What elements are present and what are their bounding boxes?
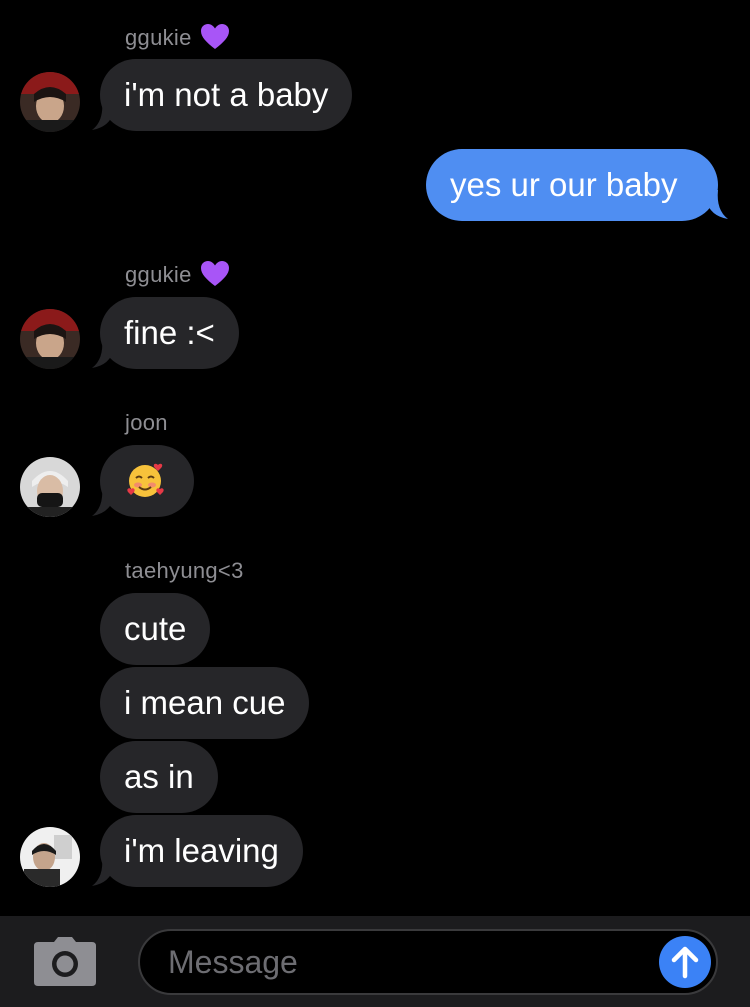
avatar-taehyung[interactable] [20,827,80,887]
sender-name-label: joon [125,410,168,435]
send-button[interactable] [659,936,711,988]
message-bubble-incoming[interactable] [100,445,194,517]
message-text: i'm not a baby [124,76,329,113]
sender-name-ggukie: ggukie [125,24,230,51]
smiling-face-with-hearts-icon [127,464,164,498]
sender-name-label: ggukie [125,25,192,50]
message-placeholder: Message [168,944,298,980]
message-bubble-incoming[interactable]: i mean cue [100,667,310,739]
message-text: cute [124,610,187,647]
message-bubble-outgoing[interactable]: yes ur our baby [426,149,718,221]
purple-heart-icon [201,24,230,50]
message-text: fine :< [124,314,215,351]
message-text: yes ur our baby [450,166,678,203]
message-thread: ggukie i'm not a baby yes ur our baby gg… [0,0,750,1007]
message-bubble-incoming[interactable]: as in [100,741,218,813]
sender-name-label: ggukie [125,262,192,287]
sender-name-taehyung: taehyung<3 [125,558,244,584]
sender-name-label: taehyung<3 [125,558,244,583]
message-text: i mean cue [124,684,286,721]
message-input[interactable]: Message [138,929,718,995]
avatar-ggukie[interactable] [20,72,80,132]
sender-name-joon: joon [125,410,168,436]
camera-icon[interactable] [32,936,98,988]
sender-name-ggukie: ggukie [125,261,230,288]
purple-heart-icon [201,261,230,287]
message-bubble-incoming[interactable]: cute [100,593,211,665]
message-bubble-incoming[interactable]: i'm leaving [100,815,303,887]
message-bubble-incoming[interactable]: fine :< [100,297,239,369]
message-text: i'm leaving [124,832,279,869]
arrow-up-icon [671,946,699,979]
avatar-joon[interactable] [20,457,80,517]
message-bubble-incoming[interactable]: i'm not a baby [100,59,353,131]
message-text: as in [124,758,194,795]
avatar-ggukie[interactable] [20,309,80,369]
